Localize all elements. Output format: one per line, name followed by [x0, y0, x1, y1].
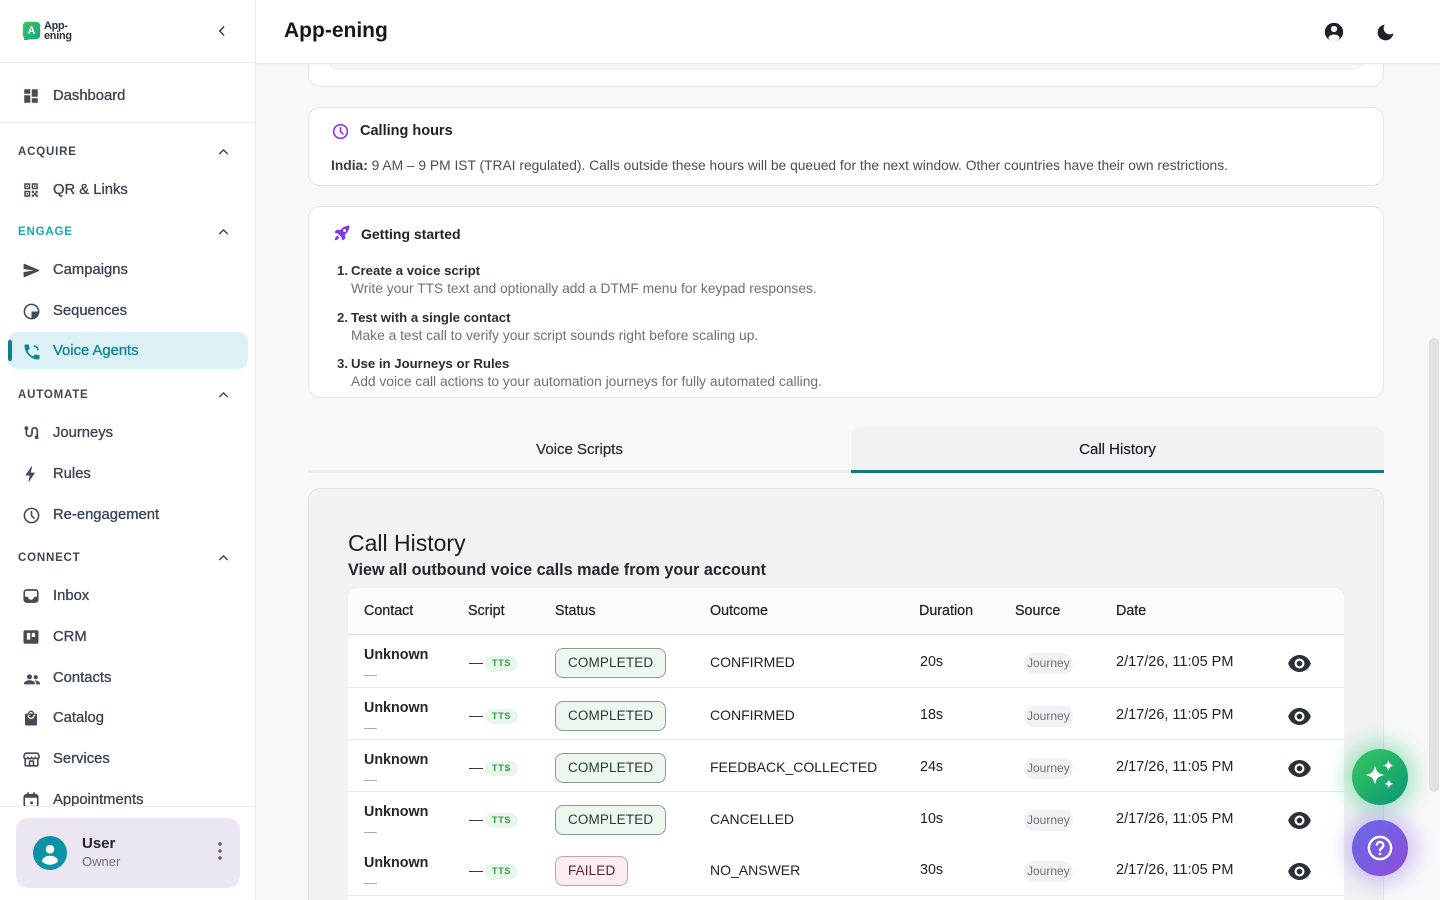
- svg-text:A: A: [28, 25, 36, 37]
